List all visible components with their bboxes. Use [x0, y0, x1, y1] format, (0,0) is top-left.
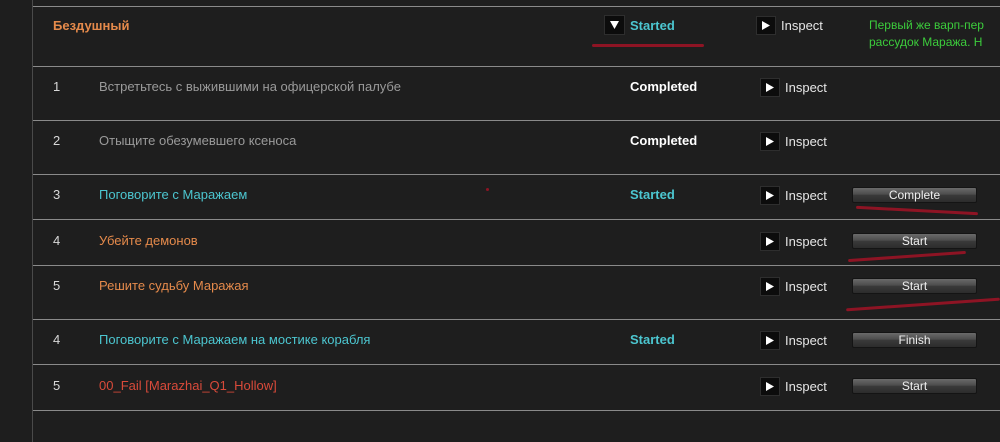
separator [33, 319, 1000, 320]
inspect-label: Inspect [785, 80, 827, 95]
step-status: Started [630, 187, 675, 202]
step-index: 4 [53, 233, 61, 248]
step-inspect-button[interactable]: Inspect [760, 232, 827, 251]
inspect-label: Inspect [781, 18, 823, 33]
inspect-label: Inspect [785, 279, 827, 294]
play-icon [760, 186, 780, 205]
quest-inspect-button[interactable]: Inspect [756, 16, 823, 35]
triangle-down-icon [610, 21, 619, 29]
start-button[interactable]: Start [852, 378, 977, 394]
inspect-label: Inspect [785, 379, 827, 394]
step-status: Completed [630, 79, 698, 94]
quest-status: Started [630, 18, 675, 33]
step-inspect-button[interactable]: Inspect [760, 78, 827, 97]
inspect-label: Inspect [785, 333, 827, 348]
play-icon [760, 277, 780, 296]
play-icon [760, 132, 780, 151]
separator [33, 265, 1000, 266]
annotation-underline [848, 250, 966, 263]
collapse-toggle[interactable] [604, 15, 625, 35]
annotation-underline [592, 44, 704, 47]
step-title: Поговорите с Маражаем на мостике корабля [99, 332, 371, 347]
step-inspect-button[interactable]: Inspect [760, 331, 827, 350]
play-icon [756, 16, 776, 35]
step-title: Отыщите обезумевшего ксеноса [99, 133, 297, 148]
step-index: 4 [53, 332, 61, 347]
start-button[interactable]: Start [852, 278, 977, 294]
step-title: Встретьтесь с выжившими на офицерской па… [99, 79, 401, 94]
start-button[interactable]: Start [852, 233, 977, 249]
annotation-underline [846, 297, 1000, 312]
annotation-underline [856, 205, 978, 216]
inspect-label: Inspect [785, 234, 827, 249]
step-inspect-button[interactable]: Inspect [760, 132, 827, 151]
step-title: Убейте демонов [99, 233, 198, 248]
inspect-label: Inspect [785, 188, 827, 203]
step-index: 3 [53, 187, 61, 202]
step-inspect-button[interactable]: Inspect [760, 377, 827, 396]
play-icon [760, 377, 780, 396]
separator [33, 219, 1000, 220]
step-inspect-button[interactable]: Inspect [760, 186, 827, 205]
step-index: 2 [53, 133, 61, 148]
step-title: Решите судьбу Маражая [99, 278, 249, 293]
step-index: 1 [53, 79, 61, 94]
finish-button[interactable]: Finish [852, 332, 977, 348]
quest-description-line2: рассудок Маража. Н [869, 35, 983, 49]
separator [33, 6, 1000, 7]
annotation-dot [486, 188, 489, 191]
separator [33, 66, 1000, 67]
play-icon [760, 232, 780, 251]
complete-button[interactable]: Complete [852, 187, 977, 203]
quest-name: Бездушный [53, 18, 130, 33]
separator [33, 410, 1000, 411]
play-icon [760, 78, 780, 97]
play-icon [760, 331, 780, 350]
step-title: 00_Fail [Marazhai_Q1_Hollow] [99, 378, 277, 393]
step-inspect-button[interactable]: Inspect [760, 277, 827, 296]
quest-description-line1: Первый же варп-пер [869, 18, 984, 32]
step-title: Поговорите с Маражаем [99, 187, 248, 202]
inspect-label: Inspect [785, 134, 827, 149]
step-index: 5 [53, 278, 61, 293]
separator [33, 120, 1000, 121]
separator [33, 364, 1000, 365]
step-index: 5 [53, 378, 61, 393]
step-status: Completed [630, 133, 698, 148]
separator [33, 174, 1000, 175]
step-status: Started [630, 332, 675, 347]
